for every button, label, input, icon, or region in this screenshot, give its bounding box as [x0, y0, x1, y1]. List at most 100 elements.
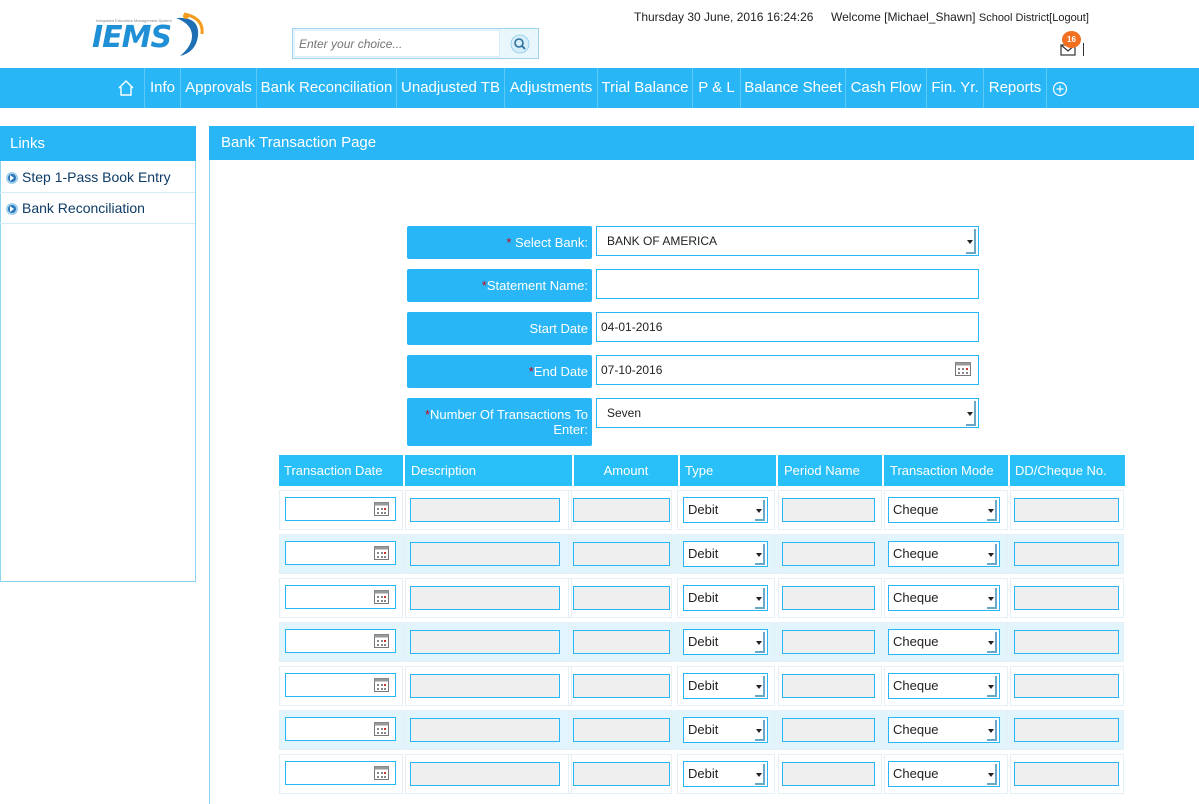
type-select[interactable]: Debit [683, 717, 768, 743]
description-input[interactable] [410, 630, 560, 654]
search-button[interactable] [507, 33, 533, 55]
transaction-date-input[interactable] [285, 717, 396, 741]
transaction-mode-select[interactable]: Cheque [888, 673, 1000, 699]
type-select[interactable]: Debit [683, 761, 768, 787]
amount-input[interactable] [573, 718, 670, 742]
chevron-down-icon [987, 676, 997, 697]
description-input[interactable] [410, 586, 560, 610]
statement-name-input[interactable] [596, 269, 979, 299]
chevron-down-icon [755, 720, 765, 741]
cheque-no-input[interactable] [1014, 498, 1119, 522]
calendar-icon[interactable] [374, 634, 389, 648]
transaction-date-input[interactable] [285, 497, 396, 521]
amount-input[interactable] [573, 630, 670, 654]
sidebar-link-bank-reconciliation[interactable]: Bank Reconciliation [0, 193, 195, 224]
calendar-icon[interactable] [374, 722, 389, 736]
transaction-count-select[interactable]: Seven [596, 398, 979, 428]
cheque-no-input[interactable] [1014, 586, 1119, 610]
transaction-date-input[interactable] [285, 673, 396, 697]
nav-info[interactable]: Info [145, 68, 180, 108]
amount-input[interactable] [573, 674, 670, 698]
table-row: Debit Cheque [279, 666, 1124, 706]
transaction-mode-select[interactable]: Cheque [888, 629, 1000, 655]
chevron-down-icon [966, 401, 976, 426]
period-name-input[interactable] [782, 630, 875, 654]
nav-unadjusted-tb[interactable]: Unadjusted TB [397, 68, 504, 108]
col-description: Description [405, 455, 572, 486]
type-select[interactable]: Debit [683, 629, 768, 655]
type-select-value: Debit [688, 546, 719, 561]
calendar-icon[interactable] [374, 678, 389, 692]
cheque-no-input[interactable] [1014, 630, 1119, 654]
iems-logo[interactable]: Integrated Education Management System I… [92, 12, 212, 62]
nav-more-button[interactable] [1047, 68, 1073, 108]
col-transaction-date: Transaction Date [279, 455, 403, 486]
welcome-text: Welcome [Michael_Shawn] School District[… [831, 10, 1089, 24]
amount-input[interactable] [573, 586, 670, 610]
sidebar-link-pass-book-entry[interactable]: Step 1-Pass Book Entry [0, 162, 195, 193]
transaction-count-value: Seven [607, 406, 642, 420]
start-date-input[interactable]: 04-01-2016 [596, 312, 979, 342]
nav-p-and-l[interactable]: P & L [693, 68, 740, 108]
transaction-mode-value: Cheque [893, 766, 939, 781]
period-name-input[interactable] [782, 498, 875, 522]
period-name-input[interactable] [782, 674, 875, 698]
cheque-no-input[interactable] [1014, 674, 1119, 698]
description-input[interactable] [410, 498, 560, 522]
calendar-icon[interactable] [955, 362, 971, 376]
amount-input[interactable] [573, 498, 670, 522]
type-select[interactable]: Debit [683, 585, 768, 611]
cheque-no-input[interactable] [1014, 762, 1119, 786]
period-name-input[interactable] [782, 542, 875, 566]
transaction-mode-value: Cheque [893, 546, 939, 561]
amount-input[interactable] [573, 542, 670, 566]
calendar-icon[interactable] [374, 502, 389, 516]
arrow-bullet-icon [6, 203, 18, 215]
description-input[interactable] [410, 762, 560, 786]
period-name-input[interactable] [782, 762, 875, 786]
period-name-input[interactable] [782, 586, 875, 610]
transaction-date-input[interactable] [285, 629, 396, 653]
transaction-mode-select[interactable]: Cheque [888, 541, 1000, 567]
logout-link[interactable]: [Logout] [1049, 12, 1089, 24]
calendar-icon[interactable] [374, 766, 389, 780]
transaction-mode-select[interactable]: Cheque [888, 717, 1000, 743]
bank-select[interactable]: BANK OF AMERICA [596, 226, 979, 256]
transaction-mode-select[interactable]: Cheque [888, 585, 1000, 611]
chevron-down-icon [987, 632, 997, 653]
type-select[interactable]: Debit [683, 541, 768, 567]
calendar-icon[interactable] [374, 590, 389, 604]
search-input[interactable] [294, 30, 500, 57]
nav-fin-yr[interactable]: Fin. Yr. [927, 68, 983, 108]
description-input[interactable] [410, 718, 560, 742]
nav-trial-balance[interactable]: Trial Balance [598, 68, 692, 108]
type-select[interactable]: Debit [683, 673, 768, 699]
col-amount: Amount [574, 455, 678, 486]
transaction-date-input[interactable] [285, 541, 396, 565]
logo-swoosh-icon [176, 12, 204, 56]
cheque-no-input[interactable] [1014, 718, 1119, 742]
amount-input[interactable] [573, 762, 670, 786]
transaction-date-input[interactable] [285, 585, 396, 609]
transaction-date-input[interactable] [285, 761, 396, 785]
select-bank-label-text: Select Bank: [511, 235, 588, 250]
period-name-input[interactable] [782, 718, 875, 742]
description-input[interactable] [410, 674, 560, 698]
main-nav: Info Approvals Bank Reconciliation Unadj… [0, 68, 1199, 108]
nav-cash-flow[interactable]: Cash Flow [846, 68, 926, 108]
nav-adjustments[interactable]: Adjustments [505, 68, 597, 108]
type-select-value: Debit [688, 590, 719, 605]
calendar-icon[interactable] [374, 546, 389, 560]
type-select[interactable]: Debit [683, 497, 768, 523]
transaction-mode-select[interactable]: Cheque [888, 761, 1000, 787]
end-date-input[interactable]: 07-10-2016 [596, 355, 979, 385]
cheque-no-input[interactable] [1014, 542, 1119, 566]
home-nav-button[interactable] [108, 68, 144, 108]
description-input[interactable] [410, 542, 560, 566]
nav-reports[interactable]: Reports [984, 68, 1046, 108]
nav-balance-sheet[interactable]: Balance Sheet [741, 68, 845, 108]
chevron-down-icon [987, 544, 997, 565]
nav-approvals[interactable]: Approvals [181, 68, 256, 108]
nav-bank-reconciliation[interactable]: Bank Reconciliation [257, 68, 396, 108]
transaction-mode-select[interactable]: Cheque [888, 497, 1000, 523]
